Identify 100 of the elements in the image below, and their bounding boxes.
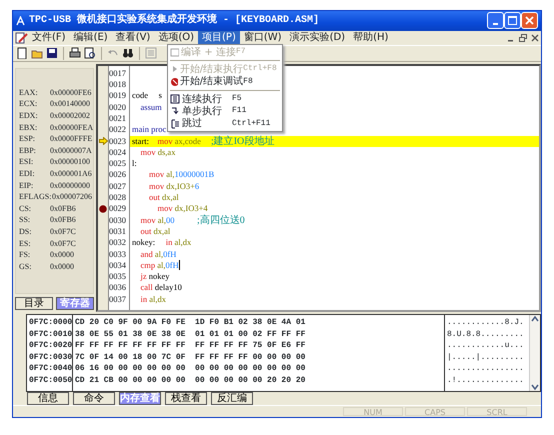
line-number: 0023 [109,136,127,147]
menu-item[interactable]: 窗口(W) [240,30,286,45]
line-number: 0018 [109,79,127,90]
step-over-icon [170,118,180,129]
close-icon[interactable] [531,34,539,42]
register-name: CS: [19,202,32,214]
register-value: 0x000001A6 [50,168,92,180]
menu-item[interactable]: 文件(F) [28,30,70,45]
line-number: 0036 [109,282,127,294]
code-text: out [140,226,152,238]
line-number: 0025 [109,158,127,170]
line-number: 0020 [109,102,127,113]
menu-item[interactable]: 编辑(E) [70,30,112,45]
register-value: 0x00140000 [50,98,90,110]
line-number: 0021 [109,113,127,124]
register-value: 0x0F7C [50,226,76,238]
line-number: 0028 [109,192,127,204]
menu-item[interactable]: 项目(P) [198,30,240,45]
memory-address: 0F7C:0010 [29,328,72,340]
code-text: in [164,237,172,249]
line-number: 0033 [109,248,127,260]
register-value: 0x0F7C [50,238,76,250]
run-icon [170,94,180,104]
maximize-icon[interactable] [508,16,517,26]
menu-item[interactable]: 帮助(H) [349,30,392,45]
code-text: and [140,248,153,260]
panel-tab[interactable]: 栈查看 [165,392,207,405]
menu-option[interactable]: 单步执行 F11 [168,105,282,118]
code-text: nokey [148,271,170,282]
code-text: assum [140,102,162,113]
memory-ascii: |.....|......... [447,352,525,364]
restore-icon[interactable] [519,34,527,42]
code-text: al,dx [148,294,166,306]
menu-option[interactable]: 连续执行 F5 [168,92,282,106]
panel-tab[interactable]: 反汇编 [211,392,253,405]
panel-tab[interactable]: 信息 [27,392,69,405]
print-icon[interactable] [69,47,81,60]
window-title: TPC-USB 微机接口实验系统集成开发环境 - [KEYBOARD.ASM] [29,13,320,28]
code-text: dx,al [161,192,179,204]
code-text: dx,al [152,226,170,238]
scroll-down-icon[interactable] [530,383,540,391]
register-name: ECX: [19,98,38,110]
code-text: dx,IO3+4 [174,203,208,214]
menu-option[interactable]: 跳过 Ctrl+F11 [168,117,282,130]
panel-tab[interactable]: 命令 [73,392,115,405]
line-number: 0037 [109,294,127,306]
code-text: l: [132,158,137,170]
code-text: 00 [166,214,175,226]
code-text: out [148,192,160,204]
scrollbar[interactable] [529,315,540,391]
line-number: 0022 [109,124,127,136]
register-name: EFLAGS: [19,191,51,203]
register-value: 0x0000FFFE [50,133,92,145]
line-number: 0024 [109,146,127,158]
memory-address: 0F7C:0040 [29,363,72,375]
code-text: jz [139,271,147,282]
register-name: GS: [19,260,32,272]
code-text: delay10 [154,282,182,294]
register-value: 0x0000 [50,249,74,261]
memory-ascii: ................ [447,363,525,375]
register-name: ESP: [19,133,36,145]
register-value: 0x00002002 [50,110,90,122]
print-preview-icon[interactable] [84,47,96,60]
code-text: mov [156,203,173,215]
code-text: al, [156,260,166,272]
new-file-icon[interactable] [16,47,28,60]
register-name: EBP: [19,144,37,156]
line-number: 0027 [109,180,127,192]
code-text: dx,IO3+ [165,180,195,192]
register-name: SS: [19,214,32,226]
close-button[interactable] [521,12,538,30]
line-number: 0034 [109,260,127,272]
play-icon [170,64,178,74]
code-text: 0fH [166,260,179,272]
binoculars-icon[interactable] [122,47,134,60]
status-indicator: SCRL [467,407,527,416]
menu-item[interactable]: 查看(V) [112,30,154,45]
maximize-button[interactable] [504,12,521,30]
memory-ascii: ............u... [447,340,525,352]
memory-bytes: 38 0E 55 01 38 0E 38 0E 01 01 01 00 02 FF FF FF [75,328,306,340]
panel-tab[interactable]: 目录 [15,297,53,310]
minimize-button[interactable] [487,12,504,30]
register-value: 0x00000100 [50,156,90,168]
register-value: 0x0000007A [50,144,92,156]
scroll-up-icon[interactable] [530,315,540,324]
memory-ascii: ............8.J. [447,317,525,329]
register-value: 0x00007206 [52,191,92,203]
code-text: 10000001B [174,169,214,181]
save-icon[interactable] [46,47,58,60]
menu-item[interactable]: 演示实验(D) [286,30,350,45]
menu-option[interactable]: 开始/结束调试F8 [168,76,282,88]
code-text: 0fH [163,248,176,260]
menu-item[interactable]: 选项(O) [154,30,198,45]
status-indicator: NUM [343,407,403,416]
register-name: EDX: [19,110,39,122]
code-text: in [140,294,148,306]
memory-ascii: .!.............. [447,374,525,386]
memory-bytes: 7C 0F 14 00 18 00 7C 0F FF FF FF FF 00 00 00 00 [75,352,306,364]
code-text: 6 [194,180,200,192]
line-number: 0029 [109,203,127,215]
